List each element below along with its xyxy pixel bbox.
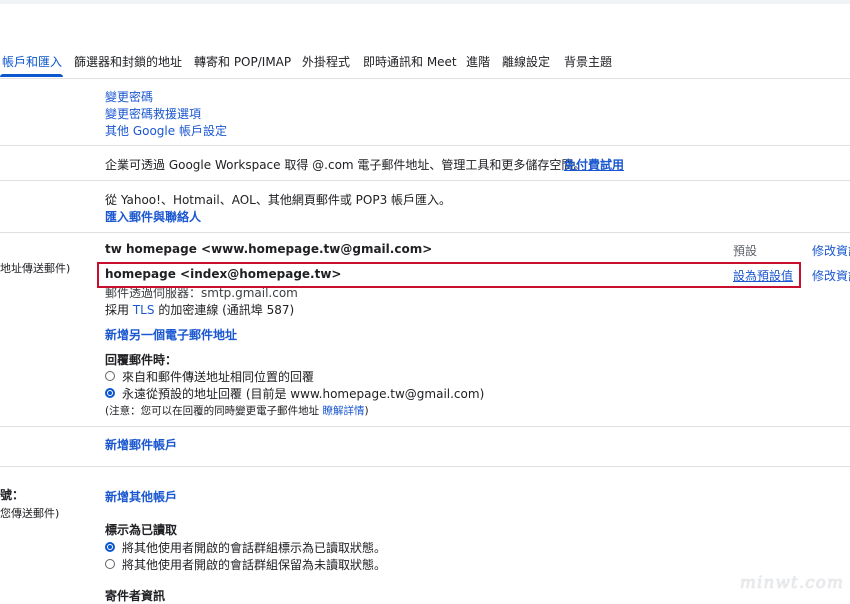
- address-row-secondary: homepage <index@homepage.tw>: [105, 267, 342, 281]
- free-trial-link[interactable]: 免付費試用: [564, 156, 624, 173]
- tab-forwarding-pop-imap[interactable]: 轉寄和 POP/IMAP: [194, 53, 291, 70]
- add-another-address-link[interactable]: 新增另一個電子郵件地址: [105, 326, 237, 343]
- import-mail-contacts-link[interactable]: 匯入郵件與聯絡人: [105, 208, 201, 225]
- leave-unread-label[interactable]: 將其他使用者開啟的會話群組保留為未讀取狀態。: [122, 556, 386, 573]
- section-divider: [0, 466, 850, 467]
- reply-default-address-label[interactable]: 永遠從預設的地址回覆 (目前是 www.homepage.tw@gmail.co…: [122, 385, 484, 402]
- watermark: minwt.com: [739, 573, 844, 593]
- sender-info-heading: 寄件者資訊: [105, 589, 166, 603]
- reply-same-address-label[interactable]: 來自和郵件傳送地址相同位置的回覆: [122, 368, 314, 385]
- make-default-link[interactable]: 設為預設值: [733, 267, 793, 284]
- change-recovery-link[interactable]: 變更密碼救援選項: [105, 105, 201, 122]
- reply-same-address-radio[interactable]: [105, 371, 115, 381]
- tab-advanced[interactable]: 進階: [466, 53, 490, 70]
- mark-read-heading: 標示為已讀取: [105, 523, 178, 537]
- tab-chat-meet[interactable]: 即時通訊和 Meet: [363, 53, 457, 70]
- section-divider: [0, 232, 850, 233]
- reply-heading: 回覆郵件時：: [105, 353, 178, 367]
- other-google-settings-link[interactable]: 其他 Google 帳戶設定: [105, 122, 227, 139]
- default-status-label: 預設: [733, 244, 758, 258]
- grant-access-side-label: 號：: [0, 488, 25, 502]
- active-tab-indicator: [0, 74, 63, 77]
- smtp-server-text: 郵件透過伺服器：smtp.gmail.com: [105, 286, 298, 300]
- tab-filters-blocked[interactable]: 篩選器和封鎖的地址: [74, 53, 182, 70]
- section-divider: [0, 180, 850, 181]
- tab-offline[interactable]: 離線設定: [502, 53, 550, 70]
- top-bar: [0, 0, 850, 4]
- tab-accounts-import[interactable]: 帳戶和匯入: [2, 53, 62, 70]
- learn-more-link[interactable]: 瞭解詳情: [322, 405, 364, 417]
- reply-note-end: ): [364, 405, 369, 417]
- grant-access-side-sublabel: 您傳送郵件): [0, 507, 60, 520]
- edit-info-link[interactable]: 修改資訊: [812, 267, 850, 284]
- section-divider: [0, 145, 850, 146]
- change-password-link[interactable]: 變更密碼: [105, 88, 153, 105]
- address-row-default: tw homepage <www.homepage.tw@gmail.com>: [105, 242, 433, 256]
- leave-unread-radio[interactable]: [105, 559, 115, 569]
- tls-info: 採用 TLS 的加密連線 (通訊埠 587): [105, 301, 294, 318]
- settings-tabs: 帳戶和匯入 篩選器和封鎖的地址 轉寄和 POP/IMAP 外掛程式 即時通訊和 …: [0, 44, 850, 79]
- add-mail-account-link[interactable]: 新增郵件帳戶: [105, 436, 177, 453]
- tls-link[interactable]: TLS: [133, 303, 155, 317]
- workspace-promo-text: 企業可透過 Google Workspace 取得 @.com 電子郵件地址、管…: [105, 158, 586, 172]
- tab-addons[interactable]: 外掛程式: [302, 53, 350, 70]
- mark-as-read-radio[interactable]: [105, 542, 115, 552]
- tls-suffix: 的加密連線 (通訊埠 587): [158, 303, 295, 317]
- send-mail-side-label: 地址傳送郵件): [0, 262, 71, 275]
- section-divider: [0, 426, 850, 427]
- edit-info-link[interactable]: 修改資訊: [812, 242, 850, 259]
- import-description: 從 Yahoo!、Hotmail、AOL、其他網頁郵件或 POP3 帳戶匯入。: [105, 193, 452, 207]
- reply-note-text: (注意：您可以在回覆的同時變更電子郵件地址: [105, 405, 320, 417]
- reply-note: (注意：您可以在回覆的同時變更電子郵件地址 瞭解詳情): [105, 403, 369, 418]
- mark-as-read-label[interactable]: 將其他使用者開啟的會話群組標示為已讀取狀態。: [122, 539, 386, 556]
- add-other-account-link[interactable]: 新增其他帳戶: [105, 488, 177, 505]
- tls-prefix: 採用: [105, 303, 130, 317]
- reply-default-address-radio[interactable]: [105, 388, 115, 398]
- tab-themes[interactable]: 背景主題: [564, 53, 612, 70]
